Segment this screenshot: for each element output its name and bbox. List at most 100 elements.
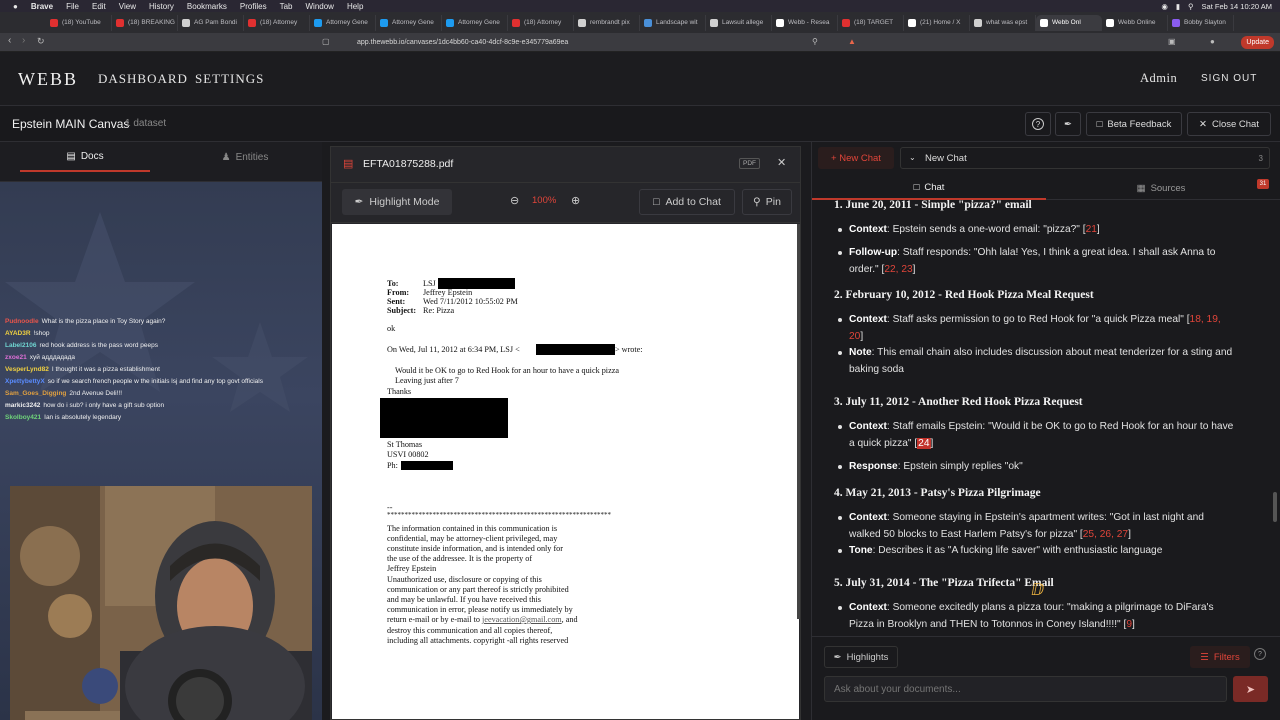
browser-tab[interactable]: AG Pam Bondi xyxy=(178,14,244,31)
browser-tab-label: (18) Attorney xyxy=(524,19,562,26)
pdf-scrollbar[interactable] xyxy=(797,224,800,619)
tab-sources[interactable]: ▦ Sources xyxy=(1046,176,1276,200)
menu-clock[interactable]: Sat Feb 14 10:20 AM xyxy=(1202,2,1272,11)
apple-icon[interactable]: ● xyxy=(13,2,18,11)
pin-button[interactable]: ⚲ Pin xyxy=(742,189,792,215)
chat-username: AYAD3R xyxy=(5,330,31,337)
browser-tab[interactable]: Webb Onl xyxy=(1036,14,1102,31)
add-to-chat-button[interactable]: □ Add to Chat xyxy=(639,189,735,215)
bullet-key: Context xyxy=(849,512,887,523)
chat-input[interactable] xyxy=(825,677,1226,701)
nav-dashboard[interactable]: DASHBOARD xyxy=(98,71,188,87)
forward-icon[interactable]: › xyxy=(22,35,25,46)
tab-favicon-icon xyxy=(710,18,718,27)
browser-tab[interactable]: Attorney Gene xyxy=(376,14,442,31)
filters-label: Filters xyxy=(1213,651,1240,663)
app-menu[interactable]: Brave xyxy=(31,2,53,11)
brave-shield-icon[interactable]: ▲ xyxy=(848,37,856,46)
menu-bookmarks[interactable]: Bookmarks xyxy=(187,2,227,11)
extension-icon[interactable]: ▣ xyxy=(1168,37,1176,46)
menu-edit[interactable]: Edit xyxy=(92,2,106,11)
chat-session-select[interactable]: ⌄ New Chat 3 xyxy=(900,147,1270,169)
browser-tab[interactable]: (18) TARGET xyxy=(838,14,904,31)
citation-link[interactable]: 25, 26, 27 xyxy=(1083,529,1128,540)
bookmark-icon[interactable]: ▢ xyxy=(322,37,330,46)
browser-tab[interactable]: (18) BREAKING xyxy=(112,14,178,31)
wifi-icon[interactable]: ◉ xyxy=(1161,2,1168,11)
browser-tab[interactable]: Attorney Gene xyxy=(310,14,376,31)
tab-favicon-icon xyxy=(314,18,322,27)
email-link[interactable]: jeevacation@gmail.com xyxy=(482,615,562,624)
bullet-key: Tone xyxy=(849,545,873,556)
answer-bullet: Tone: Describes it as "A fucking life sa… xyxy=(838,542,1234,559)
tab-favicon-icon xyxy=(512,18,520,27)
filter-icon: ☰ xyxy=(1200,651,1209,663)
browser-tab[interactable]: (18) Attorney xyxy=(508,14,574,31)
sign-out-link[interactable]: SIGN OUT xyxy=(1201,73,1257,84)
stream-chat-line: Skolboy421 Ian is absolutely legendary xyxy=(5,414,121,421)
citation-link[interactable]: 22, 23 xyxy=(884,264,912,275)
browser-tab-label: Webb Onl xyxy=(1052,19,1081,26)
beta-feedback-button[interactable]: □ Beta Feedback xyxy=(1086,112,1182,136)
browser-tab[interactable]: (18) Attorney xyxy=(244,14,310,31)
pin-label: Pin xyxy=(765,196,781,208)
nav-settings[interactable]: SETTINGS xyxy=(195,71,264,87)
menu-view[interactable]: View xyxy=(119,2,136,11)
menu-help[interactable]: Help xyxy=(347,2,363,11)
chat-scrollbar[interactable] xyxy=(1273,492,1277,522)
battery-icon[interactable]: ▮ xyxy=(1176,2,1180,11)
tab-docs[interactable]: ▤ Docs xyxy=(20,142,150,172)
pdf-file-icon: ▤ xyxy=(343,158,354,170)
browser-tab[interactable]: what was epst xyxy=(970,14,1036,31)
tab-favicon-icon xyxy=(908,18,916,27)
tab-favicon-icon xyxy=(644,18,652,27)
close-chat-button[interactable]: ✕ Close Chat xyxy=(1187,112,1271,136)
zoom-out-icon[interactable]: ⊖ xyxy=(510,194,519,207)
browser-tab[interactable]: (21) Home / X xyxy=(904,14,970,31)
disclaimer-line: destroy this communication and all copie… xyxy=(387,626,553,635)
citation-link[interactable]: 24 xyxy=(917,438,931,449)
menu-tab[interactable]: Tab xyxy=(280,2,293,11)
profile-icon[interactable]: ● xyxy=(1210,37,1215,46)
update-button[interactable]: Update xyxy=(1241,36,1274,49)
tab-favicon-icon xyxy=(182,18,190,27)
filters-button[interactable]: ☰ Filters xyxy=(1190,646,1250,668)
zoom-icon[interactable]: ⚲ xyxy=(812,37,818,46)
webb-logo[interactable]: WEBB xyxy=(18,69,78,90)
highlight-tool-button[interactable]: ✒ xyxy=(1055,112,1081,136)
back-icon[interactable]: ‹ xyxy=(8,35,11,46)
address-input[interactable]: app.thewebb.io/canvases/1dc4bb60-ca40-4d… xyxy=(340,36,880,49)
highlight-mode-button[interactable]: ✒ Highlight Mode xyxy=(342,189,452,215)
new-chat-button[interactable]: + New Chat xyxy=(818,147,894,169)
admin-link[interactable]: Admin xyxy=(1140,71,1177,86)
browser-tab[interactable]: Attorney Gene xyxy=(442,14,508,31)
menu-history[interactable]: History xyxy=(149,2,174,11)
zoom-in-icon[interactable]: ⊕ xyxy=(571,194,580,207)
menu-file[interactable]: File xyxy=(66,2,79,11)
help-icon[interactable]: ? xyxy=(1254,648,1266,660)
menu-window[interactable]: Window xyxy=(305,2,333,11)
browser-tab[interactable]: Webb - Resea xyxy=(772,14,838,31)
close-icon: ✕ xyxy=(1199,118,1207,130)
bullet-text: : Epstein simply replies "ok" xyxy=(897,461,1023,472)
disclaimer-line: including all attachments. copyright -al… xyxy=(387,636,569,645)
tab-entities[interactable]: ♟ Entities xyxy=(180,142,310,172)
reload-icon[interactable]: ↻ xyxy=(37,36,45,47)
search-icon[interactable]: ⚲ xyxy=(1188,2,1194,11)
browser-tab[interactable]: Lawsuit allege xyxy=(706,14,772,31)
close-pdf-icon[interactable]: ✕ xyxy=(777,156,786,169)
browser-tab[interactable]: Bobby Slayton xyxy=(1168,14,1234,31)
tab-chat[interactable]: □ Chat xyxy=(812,176,1046,200)
help-button[interactable]: ? xyxy=(1025,112,1051,136)
menu-profiles[interactable]: Profiles xyxy=(240,2,267,11)
browser-tab[interactable]: rembrandt pix xyxy=(574,14,640,31)
browser-tab[interactable]: Webb Online xyxy=(1102,14,1168,31)
browser-tab[interactable]: (18) YouTube xyxy=(46,14,112,31)
citation-link[interactable]: 21 xyxy=(1086,224,1097,235)
browser-tab[interactable]: Landscape wit xyxy=(640,14,706,31)
tab-favicon-icon xyxy=(1040,18,1048,27)
asterisk-line: ****************************************… xyxy=(387,511,611,519)
highlights-button[interactable]: ✒ Highlights xyxy=(824,646,898,668)
tab-favicon-icon xyxy=(1106,18,1114,27)
send-button[interactable]: ➤ xyxy=(1233,676,1268,702)
